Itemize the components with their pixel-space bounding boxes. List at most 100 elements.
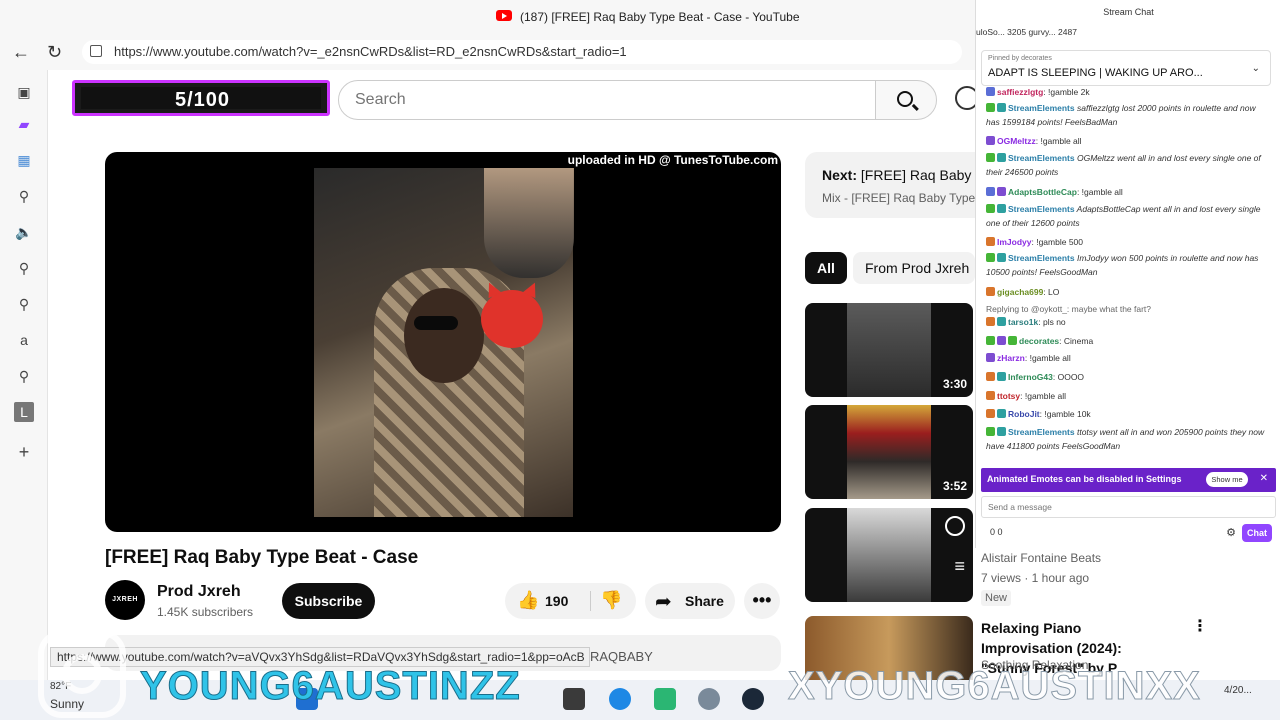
tray-clock[interactable]: 4/20... [1224, 685, 1252, 696]
chat-username[interactable]: InfernoG43 [1008, 372, 1053, 382]
chat-badge-icon[interactable] [986, 87, 995, 96]
chat-badge-icon[interactable] [986, 336, 995, 345]
search-icon[interactable]: ⚲ [14, 366, 34, 386]
recommendation-thumbnail[interactable]: 3:52 [805, 405, 973, 499]
chat-badge-icon[interactable] [997, 103, 1006, 112]
chat-badge-icon[interactable] [997, 317, 1006, 326]
steam-icon[interactable] [742, 688, 764, 710]
video-player[interactable]: uploaded in HD @ TunesToTube.com [105, 152, 781, 532]
chat-username[interactable]: StreamElements [1008, 253, 1075, 263]
share-button[interactable]: ➦ Share [645, 583, 735, 619]
vertical-dots-icon[interactable]: ⋮ [1192, 616, 1208, 636]
chat-badge-icon[interactable] [997, 187, 1006, 196]
chip-all[interactable]: All [805, 252, 847, 284]
chat-username[interactable]: ttotsy [997, 391, 1020, 401]
chat-badge-icon[interactable] [997, 409, 1006, 418]
microphone-icon[interactable] [955, 86, 975, 114]
url-text[interactable]: https://www.youtube.com/watch?v=_e2nsnCw… [114, 44, 627, 59]
chat-username[interactable]: zHarzn [997, 353, 1025, 363]
channel-name[interactable]: Prod Jxreh [157, 583, 241, 601]
chat-username[interactable]: StreamElements [1008, 103, 1075, 113]
calendar-icon[interactable]: ▦ [14, 150, 34, 170]
file-explorer-icon[interactable] [563, 688, 585, 710]
chat-username[interactable]: tarso1k [1008, 317, 1038, 327]
chat-username[interactable]: saffiezzlgtg [997, 87, 1043, 97]
tab-title[interactable]: (187) [FREE] Raq Baby Type Beat - Case -… [520, 10, 800, 24]
twitch-icon[interactable]: ▰ [14, 114, 34, 134]
settings-icon[interactable] [698, 688, 720, 710]
up-next-card[interactable]: Next: [FREE] Raq Baby Ty Mix - [FREE] Ra… [805, 152, 975, 218]
recommendation-thumbnail[interactable]: 3:30 [805, 303, 973, 397]
search-icon[interactable]: ⚲ [14, 258, 34, 278]
chat-badge-icon[interactable] [986, 253, 995, 262]
chat-badge-icon[interactable] [986, 204, 995, 213]
arrow-left-icon[interactable]: ← [12, 42, 30, 63]
url-field[interactable]: https://www.youtube.com/watch?v=_e2nsnCw… [82, 40, 962, 64]
chat-badge-icon[interactable] [986, 391, 995, 400]
show-me-button[interactable]: Show me [1206, 472, 1248, 487]
thumbs-up-icon[interactable]: 👍 [517, 590, 539, 611]
close-icon[interactable]: ✕ [1260, 473, 1268, 484]
refresh-icon[interactable]: ↻ [47, 42, 62, 63]
like-count[interactable]: 190 [545, 593, 568, 609]
rec-channel-name[interactable]: Alistair Fontaine Beats [981, 551, 1101, 565]
chat-username[interactable]: AdaptsBottleCap [1008, 187, 1077, 197]
send-message-box[interactable] [981, 496, 1276, 518]
chat-badge-icon[interactable] [997, 372, 1006, 381]
chat-username[interactable]: gigacha699 [997, 287, 1043, 297]
subscribe-button[interactable]: Subscribe [282, 583, 375, 619]
chat-badge-icon[interactable] [986, 103, 995, 112]
chat-badge-icon[interactable] [986, 317, 995, 326]
edge-icon[interactable] [609, 688, 631, 710]
chat-badge-icon[interactable] [986, 136, 995, 145]
description-hashtag[interactable]: RAQBABY [590, 649, 653, 664]
chat-username[interactable]: decorates [1019, 336, 1059, 346]
channel-points[interactable]: 0 0 [990, 527, 1003, 537]
amazon-icon[interactable]: a [14, 330, 34, 350]
chat-badge-icon[interactable] [1008, 336, 1017, 345]
chat-badge-icon[interactable] [986, 237, 995, 246]
chat-badge-icon[interactable] [986, 372, 995, 381]
chat-badge-icon[interactable] [997, 204, 1006, 213]
chat-badge-icon[interactable] [986, 287, 995, 296]
search-box[interactable] [338, 80, 876, 120]
chat-message: ttotsy: !gamble all [986, 390, 1271, 404]
chat-username[interactable]: StreamElements [1008, 153, 1075, 163]
search-icon[interactable]: ⚲ [14, 186, 34, 206]
chat-badge-icon[interactable] [997, 153, 1006, 162]
chip-from-channel[interactable]: From Prod Jxreh [853, 252, 975, 284]
channel-avatar[interactable]: JXREH [105, 580, 145, 620]
chat-badge-icon[interactable] [986, 353, 995, 362]
pinned-message[interactable]: Pinned by decorates ADAPT IS SLEEPING | … [981, 50, 1271, 86]
speaker-icon[interactable]: 🔈 [14, 222, 34, 242]
plus-icon[interactable]: + [14, 442, 34, 462]
chat-badge-icon[interactable] [997, 336, 1006, 345]
chat-badge-icon[interactable] [986, 409, 995, 418]
chat-username[interactable]: ImJodyy [997, 237, 1032, 247]
search-icon[interactable]: ⚲ [14, 294, 34, 314]
watch-later-icon[interactable] [945, 516, 965, 536]
search-input[interactable] [339, 81, 875, 119]
gear-icon[interactable]: ⚙ [1226, 526, 1236, 539]
add-to-queue-icon[interactable]: ≡ [954, 556, 965, 577]
chat-username[interactable]: StreamElements [1008, 427, 1075, 437]
thumbs-down-icon[interactable]: 👎 [600, 590, 622, 611]
chat-badge-icon[interactable] [986, 153, 995, 162]
chat-send-button[interactable]: Chat [1242, 524, 1272, 542]
search-button[interactable] [875, 80, 937, 120]
letter-l-icon[interactable]: L [14, 402, 34, 422]
instagram-logo-icon [38, 630, 126, 718]
chat-badge-icon[interactable] [997, 427, 1006, 436]
chat-username[interactable]: OGMeltzz [997, 136, 1036, 146]
chat-badge-icon[interactable] [986, 187, 995, 196]
chat-badge-icon[interactable] [997, 253, 1006, 262]
chat-username[interactable]: StreamElements [1008, 204, 1075, 214]
more-actions-button[interactable]: ••• [744, 583, 780, 619]
app-icon[interactable] [654, 688, 676, 710]
chat-username[interactable]: RoboJit [1008, 409, 1040, 419]
tab-actions-icon[interactable]: ▣ [14, 82, 34, 102]
recommendation-thumbnail[interactable]: ≡ [805, 508, 973, 602]
chevron-down-icon[interactable]: ⌄ [1252, 63, 1260, 74]
chat-input[interactable] [982, 497, 1275, 517]
chat-badge-icon[interactable] [986, 427, 995, 436]
